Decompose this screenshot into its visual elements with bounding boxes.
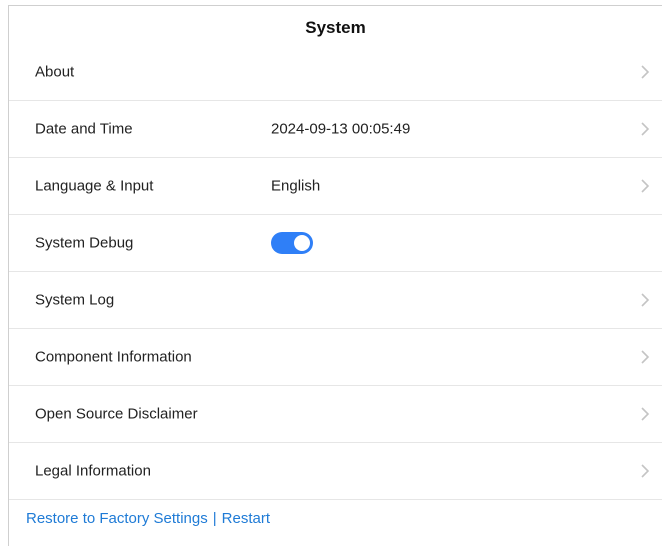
footer-actions: Restore to Factory Settings | Restart [26, 510, 270, 527]
chevron-right-icon [641, 350, 650, 364]
row-label: About [35, 63, 75, 81]
restore-factory-settings-link[interactable]: Restore to Factory Settings [26, 510, 208, 527]
row-about[interactable]: About [9, 44, 662, 101]
row-system-log[interactable]: System Log [9, 272, 662, 329]
row-legal-information[interactable]: Legal Information [9, 443, 662, 500]
row-open-source-disclaimer[interactable]: Open Source Disclaimer [9, 386, 662, 443]
toggle-knob [294, 235, 310, 251]
row-label: Date and Time [35, 120, 133, 138]
system-debug-toggle[interactable] [271, 232, 313, 254]
restart-link[interactable]: Restart [222, 510, 270, 527]
footer-separator: | [212, 510, 217, 527]
chevron-right-icon [641, 179, 650, 193]
settings-list: About Date and Time 2024-09-13 00:05:49 … [9, 44, 662, 500]
language-value: English [271, 177, 321, 195]
row-label: Legal Information [35, 462, 151, 480]
row-label: Language & Input [35, 177, 154, 195]
row-system-debug: System Debug [9, 215, 662, 272]
chevron-right-icon [641, 464, 650, 478]
page-title: System [305, 18, 366, 37]
settings-panel: System About Date and Time 2024-09-13 00… [8, 5, 662, 546]
chevron-right-icon [641, 122, 650, 136]
row-label: Component Information [35, 348, 192, 366]
chevron-right-icon [641, 293, 650, 307]
date-time-value: 2024-09-13 00:05:49 [271, 120, 411, 138]
chevron-right-icon [641, 407, 650, 421]
row-language-input[interactable]: Language & Input English [9, 158, 662, 215]
row-label: System Debug [35, 234, 134, 252]
row-label: Open Source Disclaimer [35, 405, 198, 423]
row-label: System Log [35, 291, 115, 309]
row-component-information[interactable]: Component Information [9, 329, 662, 386]
chevron-right-icon [641, 65, 650, 79]
row-date-and-time[interactable]: Date and Time 2024-09-13 00:05:49 [9, 101, 662, 158]
